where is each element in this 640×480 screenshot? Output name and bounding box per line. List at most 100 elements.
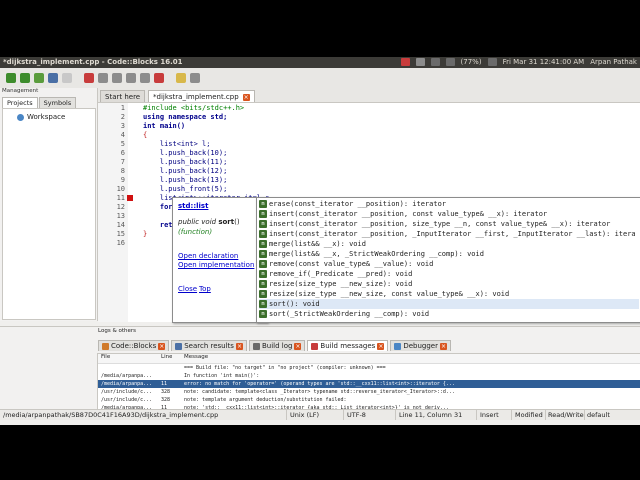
method-icon: m	[259, 260, 267, 268]
stop-debug-icon[interactable]	[154, 73, 164, 83]
completion-item[interactable]: m resize(size_type __new_size): void	[259, 279, 639, 289]
code-line: {	[143, 131, 148, 139]
method-icon: m	[259, 270, 267, 278]
build-icon[interactable]	[6, 73, 16, 83]
close-icon[interactable]: ×	[242, 93, 250, 101]
completion-text: resize(size_type __new_size, const value…	[269, 290, 510, 298]
debug-windows-icon[interactable]	[176, 73, 186, 83]
completion-item-selected[interactable]: m sort(): void	[259, 299, 639, 309]
clock[interactable]: Fri Mar 31 12:41:00 AM	[503, 58, 585, 66]
build-messages-table[interactable]: File Line Message === Build file: "no ta…	[97, 353, 640, 415]
run-to-cursor-icon[interactable]	[98, 73, 108, 83]
workspace-node[interactable]: Workspace	[17, 113, 65, 121]
completion-item[interactable]: m remove_if(_Predicate __pred): void	[259, 269, 639, 279]
open-declaration-link[interactable]: Open declaration	[178, 252, 238, 260]
close-icon[interactable]: ×	[235, 342, 243, 350]
management-panel: Management Projects Symbols Workspace	[0, 88, 98, 321]
abort-icon[interactable]	[62, 73, 72, 83]
completion-item[interactable]: m merge(list&& __x, _StrictWeakOrdering _…	[259, 249, 639, 259]
bluetooth-icon[interactable]	[445, 58, 455, 66]
completion-item[interactable]: m merge(list&& __x): void	[259, 239, 639, 249]
close-icon[interactable]: ×	[158, 342, 166, 350]
cell-line: 328	[161, 389, 171, 395]
code-line: list<int> l;	[143, 140, 211, 148]
cell-message: === Build file: "no target" in "no proje…	[184, 365, 386, 371]
workspace-label: Workspace	[27, 113, 66, 121]
step-into-icon[interactable]	[126, 73, 136, 83]
column-file[interactable]: File	[101, 354, 110, 360]
build-run-icon[interactable]	[34, 73, 44, 83]
completion-text: remove_if(_Predicate __pred): void	[269, 270, 413, 278]
tab-debugger[interactable]: Debugger ×	[390, 340, 451, 351]
network-icon[interactable]	[430, 58, 440, 66]
tab-codeblocks-log[interactable]: Code::Blocks ×	[98, 340, 170, 351]
step-out-icon[interactable]	[140, 73, 150, 83]
completion-item[interactable]: m sort(_StrictWeakOrdering __comp): void	[259, 309, 639, 319]
table-row[interactable]: /usr/include/c... 328 note: candidate: tem…	[98, 388, 640, 396]
line-number: 14	[116, 221, 125, 229]
close-icon[interactable]: ×	[377, 342, 385, 350]
table-row-selected[interactable]: /media/arpanpa... 11 error: no match for '…	[98, 380, 640, 388]
doc-popup: std::list public void sort() (function) …	[172, 197, 268, 323]
line-number: 10	[116, 185, 125, 193]
window-title: *dijkstra_implement.cpp - Code::Blocks 1…	[3, 58, 183, 66]
close-link[interactable]: Close	[178, 285, 197, 293]
code-line: int main()	[143, 122, 186, 130]
tab-search-results[interactable]: Search results ×	[171, 340, 247, 351]
tab-symbols[interactable]: Symbols	[38, 97, 77, 108]
doc-signature-prefix: public void	[178, 218, 219, 226]
status-divider	[395, 410, 396, 420]
completion-item[interactable]: m insert(const_iterator __position, const…	[259, 209, 639, 219]
method-icon: m	[259, 280, 267, 288]
table-row[interactable]: /usr/include/c... 328 note: template argum…	[98, 396, 640, 404]
close-icon[interactable]: ×	[294, 342, 302, 350]
line-gutter: 1 2 3 4 5 6 7 8 9 10 11 12 13 14 15 16	[98, 103, 128, 322]
completion-item[interactable]: m remove(const value_type& __value): void	[259, 259, 639, 269]
completion-item[interactable]: m resize(size_type __new_size, const valu…	[259, 289, 639, 299]
cell-file: /media/arpanpa...	[101, 381, 153, 387]
autocomplete-list[interactable]: m erase(const_iterator __position): itera…	[256, 197, 640, 323]
doc-class-link[interactable]: std::list	[178, 202, 208, 210]
status-divider	[343, 410, 344, 420]
line-number: 16	[116, 239, 125, 247]
tab-build-messages[interactable]: Build messages ×	[307, 340, 389, 351]
line-number: 4	[120, 131, 125, 139]
method-icon: m	[259, 250, 267, 258]
completion-text: insert(const_iterator __position, const …	[269, 210, 548, 218]
line-number: 11	[116, 194, 125, 202]
rebuild-icon[interactable]	[48, 73, 58, 83]
code-line: ret	[143, 221, 173, 229]
error-marker[interactable]	[127, 195, 133, 201]
code-line: l.push_front(5);	[143, 185, 228, 193]
column-line[interactable]: Line	[161, 354, 172, 360]
code-line: for	[143, 203, 173, 211]
method-icon: m	[259, 210, 267, 218]
completion-item[interactable]: m erase(const_iterator __position): itera…	[259, 199, 639, 209]
tab-build-log[interactable]: Build log ×	[248, 340, 306, 351]
status-mode: Insert	[480, 411, 499, 419]
project-tree[interactable]: Workspace	[2, 108, 96, 320]
run-icon[interactable]	[20, 73, 30, 83]
recorder-icon[interactable]	[400, 58, 410, 66]
column-message[interactable]: Message	[184, 354, 208, 360]
code-line: using namespace std;	[143, 113, 228, 121]
user-name[interactable]: Arpan Pathak	[590, 58, 637, 66]
debug-icon[interactable]	[84, 73, 94, 83]
open-implementation-link[interactable]: Open implementation	[178, 261, 254, 269]
completion-item[interactable]: m insert(const_iterator __position, _Inpu…	[259, 229, 639, 239]
table-row[interactable]: === Build file: "no target" in "no proje…	[98, 364, 640, 372]
cell-line: 11	[161, 381, 168, 387]
info-icon[interactable]	[190, 73, 200, 83]
top-link[interactable]: Top	[199, 285, 211, 293]
battery-label[interactable]: (77%)	[461, 58, 482, 66]
management-title: Management	[2, 88, 39, 94]
dropbox-icon[interactable]	[415, 58, 425, 66]
completion-item[interactable]: m insert(const_iterator __position, size_…	[259, 219, 639, 229]
status-divider	[511, 410, 512, 420]
tab-label: Build log	[261, 342, 293, 350]
tab-projects[interactable]: Projects	[2, 97, 38, 108]
next-line-icon[interactable]	[112, 73, 122, 83]
volume-icon[interactable]	[487, 58, 497, 66]
table-row[interactable]: /media/arpanpa... In function 'int main()…	[98, 372, 640, 380]
close-icon[interactable]: ×	[439, 342, 447, 350]
